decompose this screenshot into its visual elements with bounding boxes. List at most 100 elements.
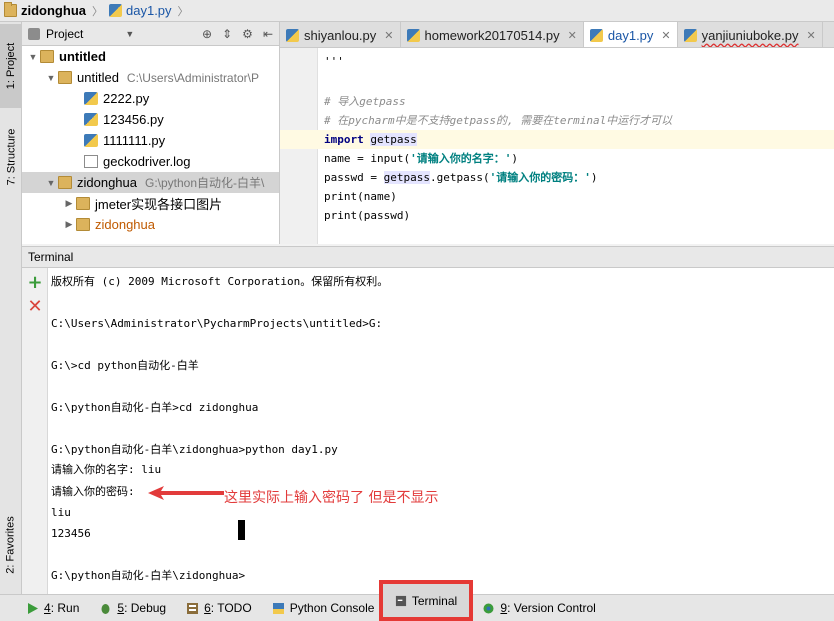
python-file-icon: [406, 28, 420, 42]
project-panel: Project ▼ ⊕ ⇕ ⚙ ⇤ ▼ untitled ▼ untitled …: [22, 22, 280, 244]
python-file-icon: [84, 134, 98, 147]
code-module: getpass: [370, 133, 417, 146]
tree-item-folder[interactable]: ▶ jmeter实现各接口图片: [22, 193, 279, 214]
hide-icon[interactable]: ⇤: [263, 27, 273, 41]
project-view-icon: [28, 27, 40, 40]
terminal-line: C:\Users\Administrator\PycharmProjects\u…: [51, 317, 383, 330]
terminal-tool-button[interactable]: Terminal: [379, 580, 473, 621]
run-shortcut-key: 4: [44, 601, 51, 615]
todo-shortcut-key: 6: [204, 601, 211, 615]
close-icon[interactable]: ✕: [26, 298, 44, 316]
todo-icon: [187, 602, 199, 614]
project-tool-tab-label: 1: Project: [5, 42, 17, 90]
project-tool-tab[interactable]: 1: Project: [0, 24, 22, 108]
code-string: '请输入你的名字：': [410, 152, 512, 165]
tree-item-label: untitled: [59, 49, 106, 64]
chevron-right-icon[interactable]: ▶: [62, 219, 76, 230]
structure-tool-tab[interactable]: 7: Structure: [0, 114, 22, 200]
tree-item-label: geckodriver.log: [103, 154, 191, 169]
chevron-right-icon[interactable]: ▶: [62, 198, 76, 209]
tree-item-label: 1111111.py: [103, 133, 166, 148]
run-tool-button[interactable]: 4: Run: [26, 595, 79, 621]
favorites-tool-tab[interactable]: 2: Favorites: [0, 500, 22, 590]
debug-tool-button[interactable]: 5: Debug: [99, 595, 166, 621]
python-file-icon: [683, 28, 697, 42]
run-tool-label: : Run: [50, 601, 80, 615]
tree-item-file[interactable]: 1111111.py: [22, 130, 279, 151]
terminal-panel-header: Terminal: [22, 246, 834, 268]
code-docstring-end: ''': [324, 55, 344, 68]
python-file-icon: [84, 113, 98, 126]
structure-tool-tab-label: 7: Structure: [5, 128, 18, 186]
terminal-toolbar: + ✕: [22, 268, 48, 594]
python-console-tool-button[interactable]: Python Console: [272, 595, 375, 621]
breadcrumb-project[interactable]: zidonghua: [4, 0, 86, 22]
chevron-down-icon[interactable]: ▼: [26, 52, 40, 62]
terminal-line: 请输入你的名字: liu: [51, 463, 162, 476]
tree-item-path: C:\Users\Administrator\P: [126, 70, 259, 85]
code-text: passwd =: [324, 171, 384, 184]
collapse-icon[interactable]: ⇕: [222, 27, 232, 41]
tree-item-label: zidonghua: [95, 217, 155, 232]
tree-item-folder[interactable]: ▶ zidonghua: [22, 214, 279, 235]
python-file-icon: [109, 4, 122, 17]
breadcrumb-file-label: day1.py: [126, 3, 172, 18]
folder-icon: [58, 71, 72, 84]
code-comment: # 导入getpass: [324, 95, 406, 108]
terminal-panel-title: Terminal: [28, 250, 74, 264]
project-panel-title[interactable]: Project: [46, 27, 83, 41]
chevron-down-icon[interactable]: ▼: [44, 178, 58, 188]
tree-item-path: G:\python自动化-白羊\: [145, 176, 265, 190]
tree-item-untitled-root[interactable]: ▼ untitled: [22, 46, 279, 67]
terminal-line: 版权所有 (c) 2009 Microsoft Corporation。保留所有…: [51, 275, 389, 288]
add-icon[interactable]: +: [26, 274, 44, 292]
code-keyword: import: [324, 133, 364, 146]
editor-tab-label: shiyanlou.py: [304, 27, 377, 43]
editor-tab-shiyanlou[interactable]: shiyanlou.py ✕: [280, 22, 401, 47]
annotation-note: 这里实际上输入密码了 但是不显示: [224, 490, 439, 506]
folder-icon: [76, 197, 90, 210]
folder-icon: [58, 176, 72, 189]
terminal-line: 123456: [51, 527, 91, 540]
python-console-label: Python Console: [289, 601, 375, 615]
breadcrumb-project-label: zidonghua: [21, 3, 86, 18]
tree-item-label: jmeter实现各接口图片: [95, 197, 223, 212]
chevron-down-icon[interactable]: ▼: [125, 29, 134, 39]
close-icon[interactable]: ✕: [384, 29, 393, 42]
folder-icon: [40, 50, 54, 63]
terminal-output[interactable]: 版权所有 (c) 2009 Microsoft Corporation。保留所有…: [48, 268, 834, 594]
close-icon[interactable]: ✕: [661, 29, 670, 42]
locate-icon[interactable]: ⊕: [202, 27, 212, 41]
folder-icon: [4, 2, 17, 17]
tree-item-file[interactable]: 2222.py: [22, 88, 279, 109]
tree-item-file[interactable]: 123456.py: [22, 109, 279, 130]
version-control-tool-button[interactable]: 9: Version Control: [482, 595, 596, 621]
chevron-down-icon[interactable]: ▼: [44, 73, 58, 83]
editor-tab-homework[interactable]: homework20170514.py ✕: [401, 22, 584, 47]
favorites-tool-tab-label: 2: Favorites: [5, 516, 17, 574]
file-icon: [84, 155, 98, 168]
editor-tab-yanjiuniuboke[interactable]: yanjiuniuboke.py ✕: [678, 22, 823, 47]
version-control-icon: [483, 603, 494, 613]
tree-item-zidonghua-project[interactable]: ▼ zidonghua G:\python自动化-白羊\: [22, 172, 279, 193]
run-icon: [28, 602, 38, 614]
terminal-icon: [395, 595, 406, 606]
editor-tab-day1[interactable]: day1.py ✕: [583, 22, 678, 47]
close-icon[interactable]: ✕: [568, 29, 577, 42]
breadcrumb-separator: 〉: [92, 4, 103, 18]
todo-tool-button[interactable]: 6: TODO: [186, 595, 252, 621]
tree-item-untitled[interactable]: ▼ untitled C:\Users\Administrator\P: [22, 67, 279, 88]
breadcrumb-separator: 〉: [177, 4, 189, 18]
python-file-icon: [84, 92, 98, 105]
gear-icon[interactable]: ⚙: [242, 27, 253, 41]
code-line-import: import getpass: [324, 130, 417, 149]
close-icon[interactable]: ✕: [807, 29, 816, 42]
bug-icon: [101, 603, 110, 614]
todo-tool-label: : TODO: [210, 601, 252, 615]
debug-tool-label: : Debug: [124, 601, 167, 615]
breadcrumb-file[interactable]: day1.py: [109, 0, 172, 22]
tree-item-file[interactable]: geckodriver.log: [22, 151, 279, 172]
code-text: name = input(: [324, 152, 411, 165]
code-editor[interactable]: ''' # 导入getpass # 在pycharm中是不支持getpass的,…: [280, 48, 834, 244]
tree-item-label: 123456.py: [103, 112, 164, 127]
